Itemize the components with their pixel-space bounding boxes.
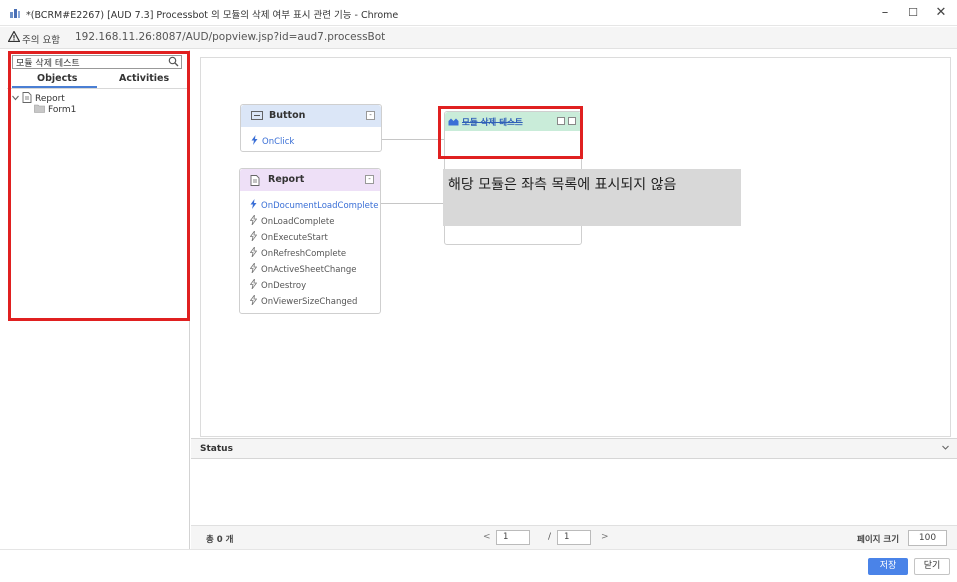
collapse-button[interactable]: - xyxy=(365,175,374,184)
document-icon xyxy=(250,175,260,189)
node-header: Button - xyxy=(241,105,381,127)
annotation-text: 해당 모듈은 좌측 목록에 표시되지 않음 xyxy=(448,177,677,193)
event-onloadcomplete[interactable]: OnLoadComplete xyxy=(249,214,335,228)
prev-page-button[interactable]: < xyxy=(483,532,491,542)
pager-bar: 총 0 개 < 1 / 1 > 페이지 크기 100 xyxy=(191,525,957,549)
page-size-label: 페이지 크기 xyxy=(857,535,900,545)
event-ondocumentloadcomplete[interactable]: OnDocumentLoadComplete xyxy=(250,199,378,212)
event-label: OnActiveSheetChange xyxy=(261,264,357,275)
node-title: Button xyxy=(269,110,306,121)
total-pages-box: 1 xyxy=(557,530,591,545)
current-page-input[interactable]: 1 xyxy=(496,530,530,545)
event-label: OnDestroy xyxy=(261,280,307,291)
app-icon xyxy=(9,7,21,19)
button-icon xyxy=(251,111,263,123)
page-size-input[interactable]: 100 xyxy=(908,530,947,546)
event-onactivesheetchange[interactable]: OnActiveSheetChange xyxy=(249,262,357,276)
button-node[interactable]: Button - OnClick xyxy=(240,104,382,152)
warning-icon xyxy=(7,30,21,45)
node-title: Report xyxy=(268,174,305,185)
page-separator: / xyxy=(548,532,552,542)
event-onexecutestart[interactable]: OnExecuteStart xyxy=(249,230,328,244)
annotation-callout: 해당 모듈은 좌측 목록에 표시되지 않음 xyxy=(443,169,741,226)
lightning-icon xyxy=(250,199,257,212)
event-onclick[interactable]: OnClick xyxy=(251,135,294,148)
highlight-box xyxy=(438,106,583,159)
window-title: *(BCRM#E2267) [AUD 7.3] Processbot 의 모듈의… xyxy=(26,10,399,21)
event-label: OnLoadComplete xyxy=(261,216,335,227)
connector-line xyxy=(381,203,443,204)
event-onviewersizechanged[interactable]: OnViewerSizeChanged xyxy=(249,294,358,308)
event-label: OnRefreshComplete xyxy=(261,248,347,259)
event-label: OnViewerSizeChanged xyxy=(261,296,358,307)
next-page-button[interactable]: > xyxy=(601,532,609,542)
lightning-icon xyxy=(249,262,258,276)
minimize-button[interactable]: – xyxy=(871,3,899,23)
lightning-icon xyxy=(249,214,258,228)
event-onrefreshcomplete[interactable]: OnRefreshComplete xyxy=(249,246,347,260)
chevron-down-icon[interactable] xyxy=(941,443,950,455)
total-count: 총 0 개 xyxy=(206,535,234,545)
url-text[interactable]: 192.168.11.26:8087/AUD/popview.jsp?id=au… xyxy=(75,31,385,43)
lightning-icon xyxy=(251,135,258,148)
save-button[interactable]: 저장 xyxy=(868,558,908,575)
lightning-icon xyxy=(249,278,258,292)
title-bar: *(BCRM#E2267) [AUD 7.3] Processbot 의 모듈의… xyxy=(0,0,957,26)
lightning-icon xyxy=(249,246,258,260)
lightning-icon xyxy=(249,294,258,308)
event-label: OnExecuteStart xyxy=(261,232,328,243)
security-warning-label: 주의 요함 xyxy=(22,35,60,46)
highlight-box xyxy=(8,51,190,321)
connector-line xyxy=(382,139,444,140)
event-label: OnDocumentLoadComplete xyxy=(261,200,379,211)
footer-bar: 저장 닫기 xyxy=(0,549,957,582)
collapse-button[interactable]: - xyxy=(366,111,375,120)
status-panel-body xyxy=(191,459,957,525)
close-button[interactable]: 닫기 xyxy=(914,558,950,575)
lightning-icon xyxy=(249,230,258,244)
node-header: Report - xyxy=(240,169,380,191)
address-bar[interactable]: 주의 요함 192.168.11.26:8087/AUD/popview.jsp… xyxy=(0,27,957,49)
status-label: Status xyxy=(200,444,233,454)
maximize-button[interactable]: ☐ xyxy=(899,3,927,23)
event-ondestroy[interactable]: OnDestroy xyxy=(249,278,307,292)
status-panel-header[interactable]: Status xyxy=(191,438,957,459)
close-window-button[interactable]: ✕ xyxy=(927,3,955,23)
event-label: OnClick xyxy=(262,136,295,147)
report-node[interactable]: Report - OnDocumentLoadComplete OnLoadCo… xyxy=(239,168,381,314)
